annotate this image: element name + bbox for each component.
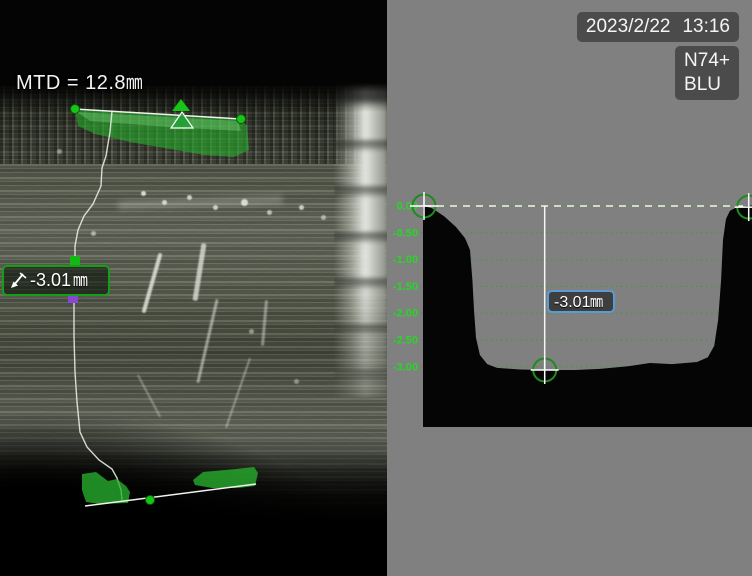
reference-handle-dot[interactable] [146,496,155,505]
measurement-screen: MTD = 12.8mm -3.01mm 0.00-0.50-1.00-1.50… [0,0,752,576]
reference-handle-dot[interactable] [237,115,246,124]
time-text: 13:16 [682,16,730,37]
profile-chart-pane: 0.00-0.50-1.00-1.50-2.00-2.50-3.00 2023/… [387,0,752,576]
datetime-badge: 2023/2/22 13:16 [577,12,739,42]
cursor-depth-unit: mm [590,292,602,311]
y-tick-label: -1.00 [393,254,418,266]
camera-image-pane: MTD = 12.8mm -3.01mm [0,0,387,576]
probe-model: N74+ [684,49,730,73]
chart-cursor-label[interactable]: -3.01mm [547,290,615,313]
depth-reference-marker[interactable] [68,295,78,303]
y-tick-label: -1.50 [393,281,418,293]
probe-type: BLU [684,73,730,97]
reference-area-bottom-left[interactable] [82,472,130,504]
y-tick-label: -3.00 [393,361,418,373]
surface-profile-area [423,206,752,428]
mtd-value: MTD = 12.8 [16,72,126,94]
mtd-readout: MTD = 12.8mm [16,70,148,95]
reference-triangle-marker[interactable] [172,99,190,111]
y-tick-label: -2.50 [393,335,418,347]
depth-result-label[interactable]: -3.01mm [2,265,110,296]
depth-value: -3.01 [30,270,71,291]
mtd-unit: mm [126,70,142,94]
date-text: 2023/2/22 [586,16,671,37]
reference-handle-dot[interactable] [71,105,80,114]
y-tick-label: -2.00 [393,308,418,320]
depth-unit: mm [73,270,87,291]
cursor-depth-value: -3.01 [554,294,590,311]
probe-tip-badge: N74+ BLU [675,46,739,100]
profile-trace-line [74,302,122,500]
y-tick-label: -0.50 [393,227,418,239]
depth-measure-icon [8,271,28,291]
